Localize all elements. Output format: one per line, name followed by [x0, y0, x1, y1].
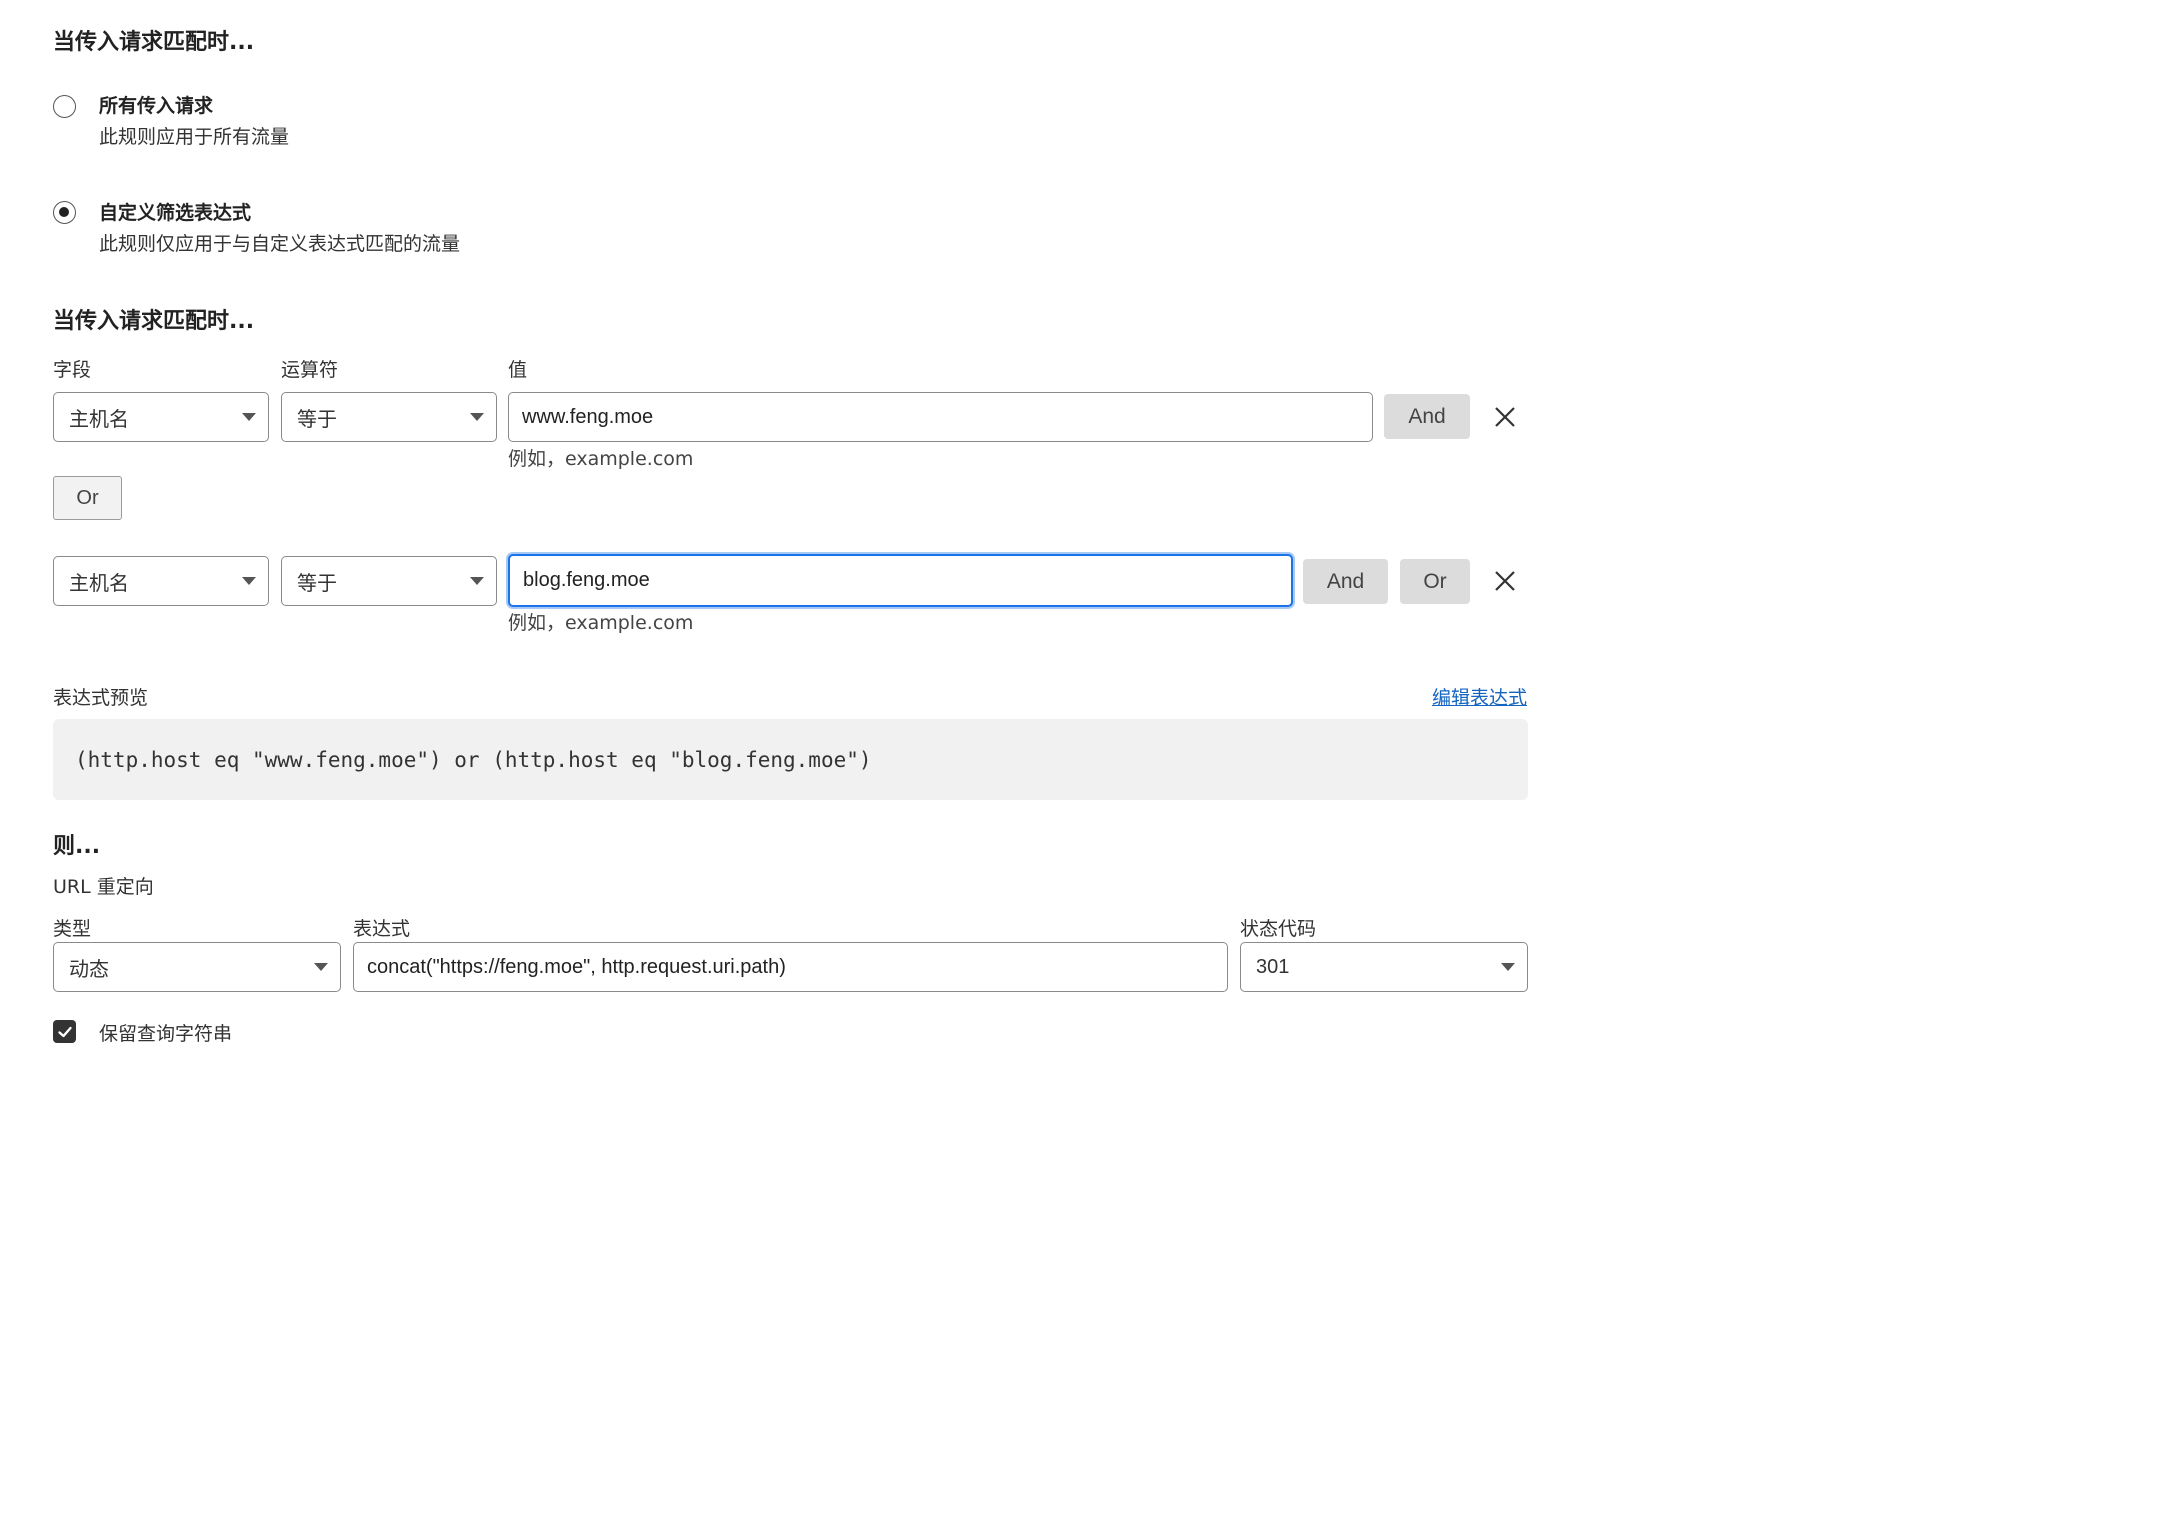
- field-select-row1-value: 主机名: [69, 406, 129, 431]
- then-heading: 则...: [53, 834, 101, 859]
- operator-select-row1[interactable]: 等于: [281, 392, 497, 442]
- option-title-custom: 自定义筛选表达式: [99, 202, 252, 224]
- column-label-value: 值: [508, 359, 528, 381]
- status-code-label: 状态代码: [1240, 918, 1317, 940]
- column-label-operator: 运算符: [281, 359, 339, 381]
- value-hint-row1: 例如，example.com: [508, 448, 694, 470]
- option-desc-all: 此规则应用于所有流量: [99, 126, 290, 148]
- and-button-row2[interactable]: And: [1303, 559, 1388, 604]
- status-code-select[interactable]: 301: [1240, 942, 1528, 992]
- chevron-down-icon: [242, 413, 256, 421]
- type-select[interactable]: 动态: [53, 942, 341, 992]
- chevron-down-icon: [314, 963, 328, 971]
- action-label: URL 重定向: [53, 876, 154, 898]
- field-select-row2[interactable]: 主机名: [53, 556, 269, 606]
- redirect-expression-input[interactable]: concat("https://feng.moe", http.request.…: [353, 942, 1228, 992]
- operator-select-row1-value: 等于: [297, 406, 337, 431]
- operator-select-row2[interactable]: 等于: [281, 556, 497, 606]
- chevron-down-icon: [470, 577, 484, 585]
- section-heading-match: 当传入请求匹配时...: [53, 30, 255, 55]
- chevron-down-icon: [470, 413, 484, 421]
- value-input-row1[interactable]: www.feng.moe: [508, 392, 1373, 442]
- edit-expression-link[interactable]: 编辑表达式: [1432, 683, 1527, 710]
- radio-custom-expression[interactable]: [53, 201, 76, 224]
- expression-label: 表达式: [353, 918, 411, 940]
- status-code-select-value: 301: [1256, 955, 1290, 978]
- expression-preview-text: (http.host eq "www.feng.moe") or (http.h…: [75, 747, 872, 772]
- or-button-row2[interactable]: Or: [1400, 559, 1470, 604]
- section-heading-match-2: 当传入请求匹配时...: [53, 309, 255, 334]
- operator-select-row2-value: 等于: [297, 570, 337, 595]
- type-label: 类型: [53, 918, 92, 940]
- and-button-row1[interactable]: And: [1384, 394, 1470, 439]
- value-hint-row2: 例如，example.com: [508, 612, 694, 634]
- radio-all-requests[interactable]: [53, 95, 76, 118]
- expression-preview-label: 表达式预览: [53, 687, 149, 709]
- close-icon[interactable]: [1493, 405, 1517, 429]
- checkmark-icon: [57, 1026, 72, 1037]
- close-icon[interactable]: [1493, 569, 1517, 593]
- option-desc-custom: 此规则仅应用于与自定义表达式匹配的流量: [99, 233, 461, 255]
- chevron-down-icon: [1501, 963, 1515, 971]
- type-select-value: 动态: [69, 956, 109, 981]
- field-select-row1[interactable]: 主机名: [53, 392, 269, 442]
- preserve-query-label: 保留查询字符串: [99, 1023, 233, 1045]
- field-select-row2-value: 主机名: [69, 570, 129, 595]
- column-label-field: 字段: [53, 359, 92, 381]
- preserve-query-checkbox[interactable]: [53, 1020, 76, 1043]
- option-title-all: 所有传入请求: [99, 95, 214, 117]
- expression-preview-box: (http.host eq "www.feng.moe") or (http.h…: [53, 719, 1528, 800]
- or-button[interactable]: Or: [53, 476, 122, 520]
- value-input-row2[interactable]: blog.feng.moe: [508, 554, 1293, 607]
- chevron-down-icon: [242, 577, 256, 585]
